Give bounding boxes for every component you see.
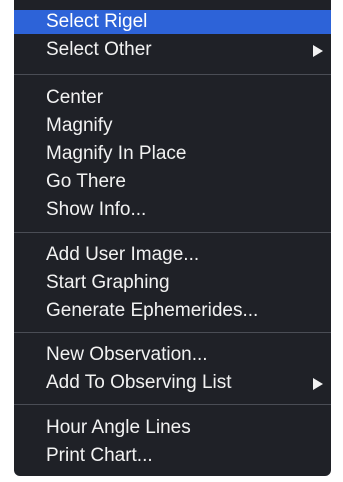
- menu-item-label: Magnify: [46, 115, 113, 136]
- menu-item-label: Select Other: [46, 39, 152, 60]
- menu-item-center[interactable]: Center: [14, 86, 331, 110]
- menu-item-hour-angle-lines[interactable]: Hour Angle Lines: [14, 416, 331, 440]
- menu-item-go-there[interactable]: Go There: [14, 170, 331, 194]
- menu-item-generate-ephemerides[interactable]: Generate Ephemerides...: [14, 299, 331, 323]
- menu-item-new-observation[interactable]: New Observation...: [14, 343, 331, 367]
- menu-item-label: Add User Image...: [46, 244, 200, 265]
- menu-item-show-info[interactable]: Show Info...: [14, 198, 331, 222]
- menu-item-select-rigel[interactable]: Select Rigel: [14, 10, 331, 34]
- menu-separator: [14, 404, 331, 405]
- menu-item-label: Select Rigel: [46, 11, 148, 32]
- menu-item-label: Hour Angle Lines: [46, 417, 191, 438]
- menu-item-label: Print Chart...: [46, 445, 153, 466]
- menu-item-label: New Observation...: [46, 344, 208, 365]
- context-menu: Select Rigel Select Other Center Magnify…: [14, 0, 331, 476]
- submenu-arrow-icon: [313, 378, 323, 390]
- menu-item-start-graphing[interactable]: Start Graphing: [14, 271, 331, 295]
- menu-item-magnify-in-place[interactable]: Magnify In Place: [14, 142, 331, 166]
- menu-item-label: Go There: [46, 171, 126, 192]
- menu-item-print-chart[interactable]: Print Chart...: [14, 444, 331, 468]
- menu-separator: [14, 74, 331, 75]
- menu-item-add-user-image[interactable]: Add User Image...: [14, 243, 331, 267]
- menu-item-label: Add To Observing List: [46, 372, 232, 393]
- menu-item-label: Show Info...: [46, 199, 147, 220]
- menu-separator: [14, 332, 331, 333]
- menu-item-label: Start Graphing: [46, 272, 170, 293]
- menu-separator: [14, 232, 331, 233]
- menu-item-magnify[interactable]: Magnify: [14, 114, 331, 138]
- menu-item-add-to-observing-list[interactable]: Add To Observing List: [14, 371, 331, 395]
- menu-item-label: Magnify In Place: [46, 143, 187, 164]
- menu-item-label: Center: [46, 87, 104, 108]
- menu-item-label: Generate Ephemerides...: [46, 300, 259, 321]
- submenu-arrow-icon: [313, 45, 323, 57]
- menu-item-select-other[interactable]: Select Other: [14, 38, 331, 62]
